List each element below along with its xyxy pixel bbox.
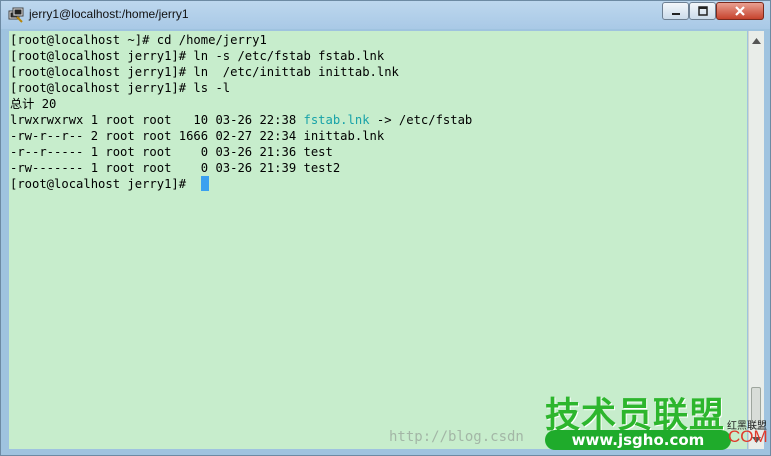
arrow-up-icon [752,37,761,44]
maximize-icon [697,6,708,16]
close-icon [735,6,745,16]
maximize-button[interactable] [689,2,716,20]
terminal-line: [root@localhost jerry1]# ln -s /etc/fsta… [10,49,385,63]
terminal-window: jerry1@localhost:/home/jerry1 [root@loca… [0,0,771,456]
watermark-logo-url: www.jsgho.com [545,430,731,450]
terminal-line: [root@localhost jerry1]# ls -l [10,81,231,95]
minimize-icon [671,13,680,15]
terminal-line: lrwxrwxrwx 1 root root 10 03-26 22:38 fs… [10,112,472,128]
title-bar[interactable]: jerry1@localhost:/home/jerry1 [1,1,770,29]
window-title: jerry1@localhost:/home/jerry1 [29,7,189,21]
terminal-line: [root@localhost ~]# cd /home/jerry1 [10,33,267,47]
minimize-button[interactable] [662,2,689,20]
symlink-name: fstab.lnk [303,113,370,127]
scroll-up-button[interactable] [749,33,764,48]
vertical-scrollbar[interactable] [748,31,764,449]
terminal-line: -rw-r--r-- 2 root root 1666 02-27 22:34 … [10,129,385,143]
terminal-line: [root@localhost jerry1]# ln /etc/inittab… [10,65,399,79]
listing-target: -> /etc/fstab [369,113,473,127]
watermark-url: http://blog.csdn [389,429,524,445]
watermark-logo-com: COM [728,427,768,446]
terminal-prompt-line[interactable]: [root@localhost jerry1]# [10,176,472,192]
close-button[interactable] [716,2,764,20]
putty-icon [8,7,24,23]
terminal-line: -rw------- 1 root root 0 03-26 21:39 tes… [10,161,341,175]
text-cursor [201,176,210,191]
listing-prefix: lrwxrwxrwx 1 root root 10 03-26 22:38 [10,113,304,127]
terminal-line: -r--r----- 1 root root 0 03-26 21:36 tes… [10,145,333,159]
terminal-line: 总计 20 [10,97,57,111]
prompt-text: [root@localhost jerry1]# [10,177,194,191]
